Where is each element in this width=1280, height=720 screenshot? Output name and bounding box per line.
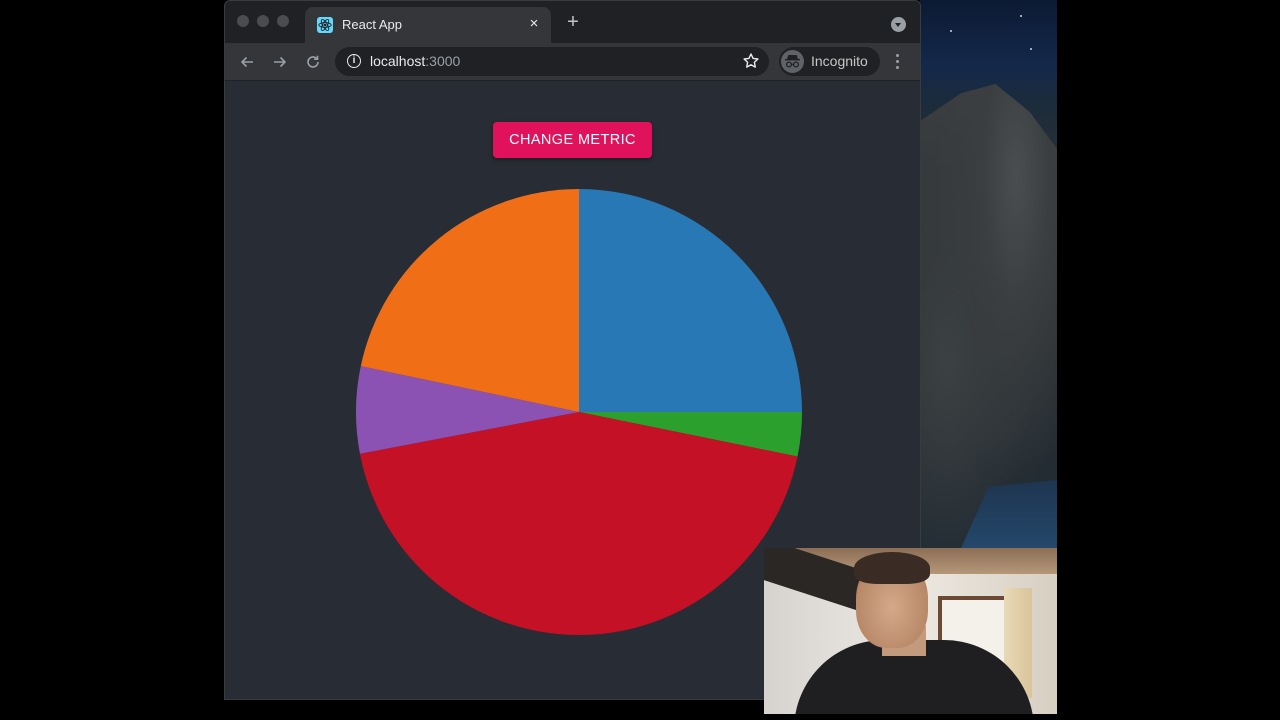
address-bar[interactable]: i localhost:3000 xyxy=(335,47,769,76)
star-icon[interactable] xyxy=(741,51,761,71)
wallpaper-star xyxy=(1020,15,1022,17)
chevron-down-icon[interactable] xyxy=(891,17,906,32)
arrow-right-icon xyxy=(274,56,287,68)
change-metric-button[interactable]: CHANGE METRIC xyxy=(493,122,652,158)
wallpaper-star xyxy=(1030,48,1032,50)
pie-slice-1 xyxy=(579,189,802,412)
incognito-label: Incognito xyxy=(811,53,868,69)
info-icon[interactable]: i xyxy=(347,54,361,68)
tab-title: React App xyxy=(342,17,402,32)
tab-react-app[interactable]: React App × xyxy=(305,7,551,43)
arrow-left-icon xyxy=(240,56,253,68)
url-text[interactable]: localhost:3000 xyxy=(370,53,460,69)
window-close-dot[interactable] xyxy=(237,15,249,27)
window-zoom-dot[interactable] xyxy=(277,15,289,27)
screen: React App × + i localhost:3000 Incognito… xyxy=(0,0,1280,720)
incognito-icon xyxy=(781,50,804,73)
reload-button[interactable] xyxy=(302,51,324,73)
new-tab-button[interactable]: + xyxy=(564,12,582,32)
incognito-button[interactable]: Incognito xyxy=(779,47,880,76)
kebab-menu-icon[interactable] xyxy=(890,52,906,72)
presenter-webcam xyxy=(764,548,1057,714)
presenter-hair xyxy=(854,552,930,584)
wallpaper-star xyxy=(950,30,952,32)
window-minimize-dot[interactable] xyxy=(257,15,269,27)
tab-strip: React App × + xyxy=(225,1,920,43)
close-icon[interactable]: × xyxy=(526,16,542,32)
browser-toolbar: i localhost:3000 Incognito xyxy=(225,43,920,81)
back-button[interactable] xyxy=(236,51,258,73)
wallpaper-mountain xyxy=(920,84,1057,548)
reload-icon xyxy=(307,55,319,68)
react-logo-icon xyxy=(317,17,333,33)
desktop-wallpaper xyxy=(920,0,1057,548)
forward-button[interactable] xyxy=(269,51,291,73)
pie-slice-3 xyxy=(359,412,798,636)
url-host: localhost xyxy=(370,53,426,69)
pie-chart xyxy=(356,189,802,636)
url-port: :3000 xyxy=(425,53,461,69)
